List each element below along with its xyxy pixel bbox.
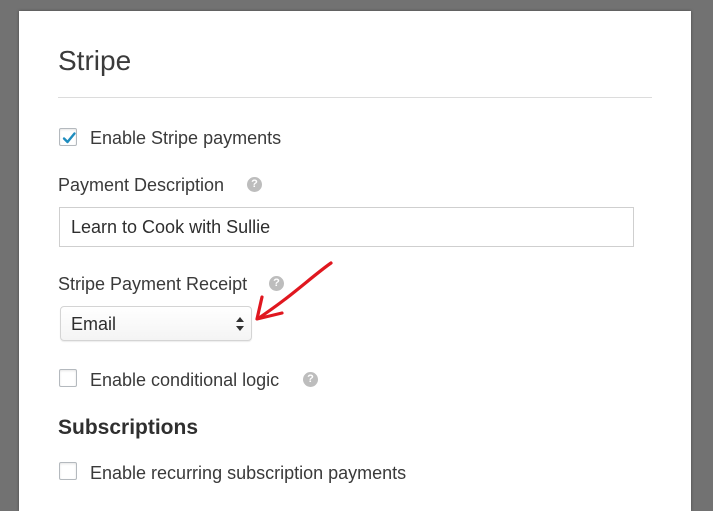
payment-receipt-select[interactable]: Email bbox=[60, 306, 252, 341]
select-value: Email bbox=[71, 314, 117, 334]
payment-receipt-label: Stripe Payment Receipt bbox=[58, 274, 248, 294]
recurring-payments-checkbox[interactable] bbox=[59, 462, 77, 480]
panel-title: Stripe bbox=[58, 45, 132, 76]
checkmark-icon bbox=[62, 132, 76, 144]
payment-description-label: Payment Description bbox=[58, 175, 225, 195]
conditional-logic-label[interactable]: Enable conditional logic bbox=[90, 370, 279, 391]
help-icon[interactable]: ? bbox=[247, 177, 262, 192]
help-icon[interactable]: ? bbox=[269, 276, 284, 291]
stripe-settings-panel: Stripe Enable Stripe payments Payment De… bbox=[19, 11, 691, 511]
select-updown-icon bbox=[236, 317, 244, 331]
title-divider bbox=[58, 97, 652, 98]
conditional-logic-checkbox[interactable] bbox=[59, 369, 77, 387]
subscriptions-heading: Subscriptions bbox=[58, 416, 199, 439]
enable-stripe-checkbox[interactable] bbox=[59, 128, 77, 146]
payment-description-input[interactable] bbox=[59, 207, 634, 247]
recurring-payments-label[interactable]: Enable recurring subscription payments bbox=[90, 463, 406, 484]
help-icon[interactable]: ? bbox=[303, 372, 318, 387]
enable-stripe-label[interactable]: Enable Stripe payments bbox=[90, 128, 281, 149]
